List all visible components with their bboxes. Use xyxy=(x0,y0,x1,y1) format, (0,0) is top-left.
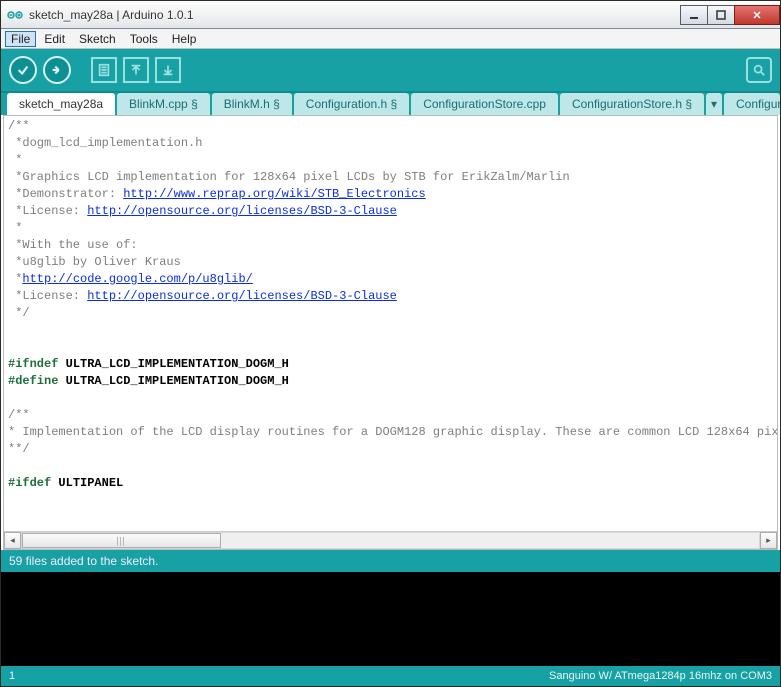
code-line: /** xyxy=(8,119,30,133)
scroll-right-arrow[interactable]: ▸ xyxy=(760,532,777,549)
close-button[interactable] xyxy=(734,5,780,25)
link-u8glib[interactable]: http://code.google.com/p/u8glib/ xyxy=(22,272,252,286)
code-line: ULTIPANEL xyxy=(51,476,123,490)
new-sketch-button[interactable] xyxy=(91,57,117,83)
code-line: ULTRA_LCD_IMPLEMENTATION_DOGM_H xyxy=(58,374,288,388)
code-line: *u8glib by Oliver Kraus xyxy=(8,255,181,269)
code-kw: #define xyxy=(8,374,58,388)
code-line: * xyxy=(8,221,22,235)
code-line: *Demonstrator: xyxy=(8,187,123,201)
code-line: */ xyxy=(8,306,30,320)
arduino-app-icon xyxy=(7,7,23,23)
menu-help[interactable]: Help xyxy=(166,31,203,47)
menu-bar: File Edit Sketch Tools Help xyxy=(1,29,780,49)
console-output[interactable] xyxy=(1,572,780,666)
line-number-indicator: 1 xyxy=(9,670,49,682)
code-line: *License: xyxy=(8,289,87,303)
code-kw: #ifndef xyxy=(8,357,58,371)
scroll-thumb[interactable] xyxy=(22,533,221,548)
menu-edit[interactable]: Edit xyxy=(38,31,71,47)
tab-overflow-button[interactable]: ▾ xyxy=(706,93,722,115)
verify-button[interactable] xyxy=(9,56,37,84)
code-kw: #ifdef xyxy=(8,476,51,490)
link-bsd-license-1[interactable]: http://opensource.org/licenses/BSD-3-Cla… xyxy=(87,204,397,218)
board-port-indicator: Sanguino W/ ATmega1284p 16mhz on COM3 xyxy=(49,670,772,682)
window-controls xyxy=(681,5,780,25)
status-bar: 59 files added to the sketch. xyxy=(1,550,780,572)
tab-blinkm-h[interactable]: BlinkM.h § xyxy=(212,93,292,115)
code-line: * xyxy=(8,272,22,286)
status-message: 59 files added to the sketch. xyxy=(9,554,158,568)
horizontal-scrollbar[interactable]: ◂ ▸ xyxy=(4,531,777,549)
window-title: sketch_may28a | Arduino 1.0.1 xyxy=(29,8,194,22)
toolbar xyxy=(1,49,780,91)
upload-button[interactable] xyxy=(43,56,71,84)
menu-sketch[interactable]: Sketch xyxy=(73,31,122,47)
code-line: *With the use of: xyxy=(8,238,138,252)
bottom-bar: 1 Sanguino W/ ATmega1284p 16mhz on COM3 xyxy=(1,666,780,686)
minimize-button[interactable] xyxy=(680,5,708,25)
tab-configuration-h[interactable]: Configuration.h § xyxy=(294,93,409,115)
code-line: /** xyxy=(8,408,30,422)
serial-monitor-button[interactable] xyxy=(746,57,772,83)
title-bar: sketch_may28a | Arduino 1.0.1 xyxy=(1,1,780,29)
tab-configurationstore-h[interactable]: ConfigurationStore.h § xyxy=(560,93,704,115)
tab-sketch[interactable]: sketch_may28a xyxy=(7,93,115,115)
tab-configuration-partial[interactable]: Configuration xyxy=(724,93,780,115)
open-sketch-button[interactable] xyxy=(123,57,149,83)
code-line: *License: xyxy=(8,204,87,218)
title-bar-left: sketch_may28a | Arduino 1.0.1 xyxy=(1,7,681,23)
code-line: * Implementation of the LCD display rout… xyxy=(8,425,777,439)
tab-blinkm-cpp[interactable]: BlinkM.cpp § xyxy=(117,93,210,115)
tab-strip: sketch_may28a BlinkM.cpp § BlinkM.h § Co… xyxy=(1,91,780,115)
code-line: * xyxy=(8,153,22,167)
code-editor[interactable]: /** *dogm_lcd_implementation.h * *Graphi… xyxy=(4,116,777,531)
scroll-track[interactable] xyxy=(21,532,760,549)
code-line: *Graphics LCD implementation for 128x64 … xyxy=(8,170,570,184)
code-line: **/ xyxy=(8,442,30,456)
code-line: ULTRA_LCD_IMPLEMENTATION_DOGM_H xyxy=(58,357,288,371)
editor-area: /** *dogm_lcd_implementation.h * *Graphi… xyxy=(3,115,778,550)
save-sketch-button[interactable] xyxy=(155,57,181,83)
scroll-left-arrow[interactable]: ◂ xyxy=(4,532,21,549)
link-reprap[interactable]: http://www.reprap.org/wiki/STB_Electroni… xyxy=(123,187,425,201)
menu-tools[interactable]: Tools xyxy=(124,31,164,47)
tab-configurationstore-cpp[interactable]: ConfigurationStore.cpp xyxy=(411,93,558,115)
menu-file[interactable]: File xyxy=(5,31,36,47)
app-window: sketch_may28a | Arduino 1.0.1 File Edit … xyxy=(0,0,781,687)
link-bsd-license-2[interactable]: http://opensource.org/licenses/BSD-3-Cla… xyxy=(87,289,397,303)
code-line: *dogm_lcd_implementation.h xyxy=(8,136,202,150)
maximize-button[interactable] xyxy=(707,5,735,25)
